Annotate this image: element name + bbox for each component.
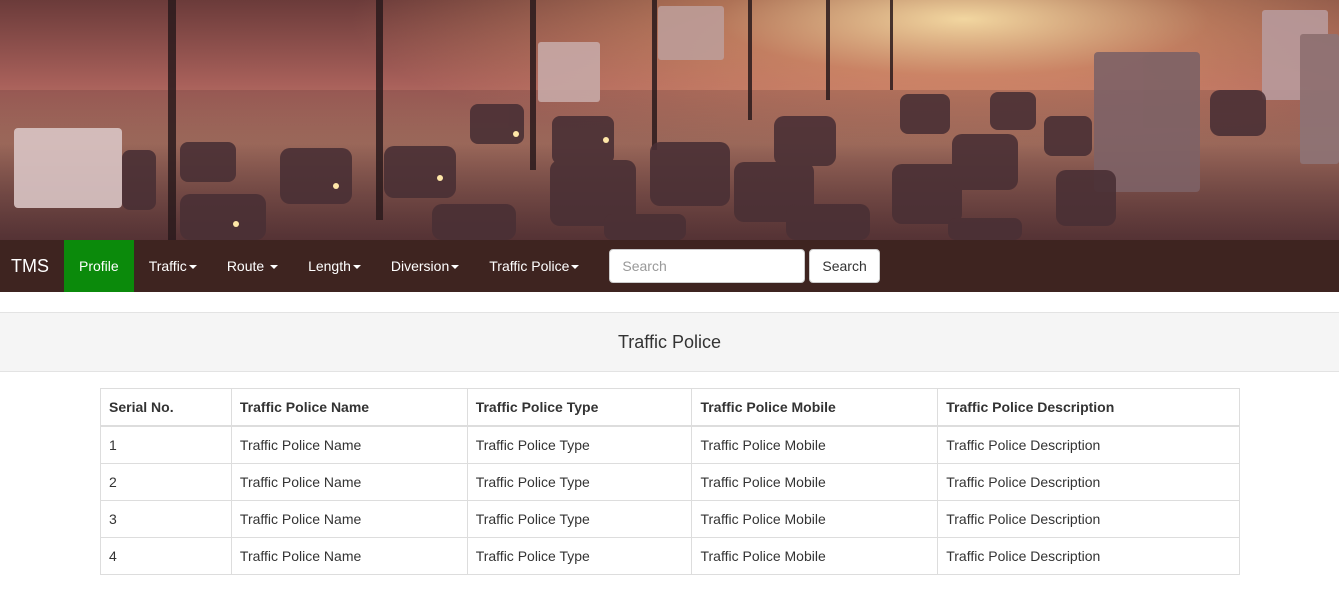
nav-item-route[interactable]: Route: [212, 240, 293, 292]
header-banner-image: [0, 0, 1339, 240]
column-header-mobile: Traffic Police Mobile: [691, 388, 939, 427]
search-input[interactable]: [609, 249, 806, 283]
nav-item-profile[interactable]: Profile: [64, 240, 134, 292]
search-button[interactable]: Search: [809, 249, 880, 283]
nav-item-label: Traffic Police: [489, 258, 570, 274]
nav-item-label: Diversion: [390, 258, 450, 274]
table-row: 4 Traffic Police Name Traffic Police Typ…: [100, 537, 1240, 575]
caret-down-icon: [352, 265, 361, 270]
brand-logo[interactable]: TMS: [0, 240, 64, 292]
table-header-row: Serial No. Traffic Police Name Traffic P…: [100, 388, 1240, 427]
nav-item-traffic-police[interactable]: Traffic Police: [474, 240, 594, 292]
column-header-name: Traffic Police Name: [230, 388, 468, 427]
nav-item-label: Profile: [79, 258, 119, 274]
table-header: Serial No. Traffic Police Name Traffic P…: [100, 388, 1240, 427]
cell-serial-no: 3: [100, 500, 232, 538]
cell-type: Traffic Police Type: [466, 463, 693, 501]
caret-down-icon: [188, 265, 197, 270]
traffic-police-table: Serial No. Traffic Police Name Traffic P…: [100, 388, 1240, 575]
caret-down-icon: [451, 265, 460, 270]
caret-down-icon: [270, 265, 279, 270]
cell-serial-no: 1: [100, 425, 232, 464]
caret-down-icon: [571, 265, 580, 270]
table-body: 1 Traffic Police Name Traffic Police Typ…: [100, 425, 1240, 575]
table-row: 2 Traffic Police Name Traffic Police Typ…: [100, 463, 1240, 501]
column-header-description: Traffic Police Description: [937, 388, 1240, 427]
cell-description: Traffic Police Description: [937, 425, 1240, 464]
traffic-police-table-container: Serial No. Traffic Police Name Traffic P…: [100, 388, 1240, 575]
column-header-serial-no: Serial No.: [100, 388, 232, 427]
top-navbar: TMS Profile Traffic Route Length Diversi…: [0, 240, 1339, 292]
cell-description: Traffic Police Description: [937, 500, 1240, 538]
cell-description: Traffic Police Description: [937, 537, 1240, 575]
cell-mobile: Traffic Police Mobile: [691, 537, 939, 575]
cell-serial-no: 4: [100, 537, 232, 575]
table-row: 1 Traffic Police Name Traffic Police Typ…: [100, 425, 1240, 464]
nav-item-label: Traffic: [148, 258, 187, 274]
page-title: Traffic Police: [0, 312, 1339, 372]
nav-item-length[interactable]: Length: [293, 240, 376, 292]
traffic-photo-illustration: [14, 0, 1339, 240]
nav-item-label: Length: [308, 258, 351, 274]
cell-name: Traffic Police Name: [230, 463, 468, 501]
table-row: 3 Traffic Police Name Traffic Police Typ…: [100, 500, 1240, 538]
cell-type: Traffic Police Type: [466, 537, 693, 575]
cell-mobile: Traffic Police Mobile: [691, 425, 939, 464]
cell-name: Traffic Police Name: [230, 500, 468, 538]
cell-serial-no: 2: [100, 463, 232, 501]
cell-type: Traffic Police Type: [466, 425, 693, 464]
nav-item-traffic[interactable]: Traffic: [134, 240, 212, 292]
cell-description: Traffic Police Description: [937, 463, 1240, 501]
nav-item-label: Route: [226, 258, 269, 274]
cell-name: Traffic Police Name: [230, 537, 468, 575]
nav-item-diversion[interactable]: Diversion: [376, 240, 474, 292]
cell-name: Traffic Police Name: [230, 425, 468, 464]
search-form: Search: [609, 249, 880, 283]
cell-mobile: Traffic Police Mobile: [691, 500, 939, 538]
cell-type: Traffic Police Type: [466, 500, 693, 538]
column-header-type: Traffic Police Type: [466, 388, 693, 427]
cell-mobile: Traffic Police Mobile: [691, 463, 939, 501]
